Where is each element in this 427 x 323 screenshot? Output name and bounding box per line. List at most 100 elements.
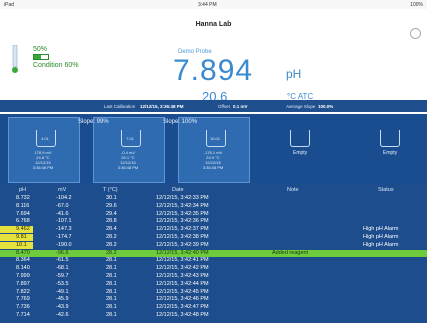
table-row[interactable]: 6.768 -107.1 28.8 12/12/15, 3:42:36 PM: [0, 218, 427, 225]
buffer-2-value: 7.01: [126, 136, 134, 141]
cell-mv: -59.7: [56, 273, 69, 279]
cell-mv: -53.5: [56, 280, 69, 287]
cell-ph: 6.768: [16, 218, 30, 225]
cell-ph: 9.462: [16, 226, 30, 233]
cell-temp: 28.1: [106, 257, 117, 264]
cell-ph: 7.769: [16, 296, 30, 303]
cell-status: High pH Alarm: [363, 226, 399, 233]
column-header-status[interactable]: Status: [378, 187, 394, 193]
cell-note: Added reagent: [272, 249, 309, 256]
cell-ph: 7.822: [16, 288, 30, 295]
cell-date: 12/12/15, 3:42:43 PM: [156, 273, 209, 279]
cell-mv: -147.3: [56, 226, 72, 233]
empty-slot-1: Empty: [293, 150, 308, 156]
table-row[interactable]: 9.81 -174.7 28.2 12/12/15, 3:42:38 PM High p…: [0, 234, 427, 241]
cell-ph: 9.81: [16, 234, 27, 240]
buffer-2-time: 3:36:48 PM: [117, 165, 139, 170]
cell-ph: 8.364: [16, 257, 30, 264]
table-row[interactable]: 7.736 -43.9 28.1 12/12/15, 3:42:47 PM: [0, 304, 427, 311]
cell-mv: -41.6: [56, 210, 69, 217]
probe-battery-fill: [34, 55, 41, 59]
calibration-panel: [0, 114, 427, 184]
column-header-mv[interactable]: mV: [58, 187, 66, 193]
cell-temp: 28.4: [106, 226, 117, 233]
cell-ph: 10.1: [16, 241, 27, 248]
table-row[interactable]: 8.364 -61.5 28.1 12/12/15, 3:42:41 PM: [0, 257, 427, 264]
buffer-3-value: 10.01: [209, 136, 220, 141]
cell-mv: -104.2: [56, 195, 72, 201]
cell-mv: -43.9: [56, 304, 69, 311]
cell-date: 12/12/15, 3:42:48 PM: [156, 312, 209, 318]
empty-beaker-icon[interactable]: [380, 130, 400, 147]
table-row[interactable]: 8.732 -104.2 30.1 12/12/15, 3:42:33 PM: [0, 195, 427, 202]
slope-2: Slope: 100%: [163, 119, 198, 125]
probe-battery-bar: [33, 54, 49, 60]
probe-icon: [12, 45, 18, 73]
cell-temp: 28.2: [106, 249, 117, 256]
cell-mv: -42.6: [56, 312, 69, 318]
empty-slot-2: Empty: [383, 150, 398, 156]
table-row[interactable]: 8.470 -96.6 28.2 12/12/15, 3:42:40 PM Added …: [0, 249, 427, 257]
cell-mv: -67.0: [56, 202, 69, 209]
cell-temp: 29.6: [106, 202, 117, 209]
cell-temp: 28.1: [106, 280, 117, 287]
table-row[interactable]: 8.140 -68.1 28.1 12/12/15, 3:42:42 PM: [0, 265, 427, 272]
measurement-panel: Hanna Lab 50% Condition 60% Demo Probe 7…: [0, 9, 427, 110]
cell-temp: 28.2: [106, 241, 117, 248]
cell-date: 12/12/15, 3:42:38 PM: [156, 234, 209, 240]
cell-status: High pH Alarm: [363, 234, 399, 240]
table-row[interactable]: 7.769 -45.9 28.1 12/12/15, 3:42:46 PM: [0, 296, 427, 303]
empty-beaker-icon[interactable]: [290, 130, 310, 147]
buffer-3-time: 3:36:48 PM: [202, 165, 224, 170]
cell-temp: 29.4: [106, 210, 117, 217]
cell-date: 12/12/15, 3:42:41 PM: [156, 257, 209, 264]
offset-label: Offset: [218, 104, 230, 109]
cell-temp: 28.8: [106, 218, 117, 225]
cell-status: High pH Alarm: [363, 241, 399, 248]
table-row[interactable]: 10.1 -190.0 28.2 12/12/15, 3:42:39 PM High p…: [0, 241, 427, 249]
cell-temp: 30.1: [106, 195, 117, 201]
table-row[interactable]: 7.999 -59.7 28.1 12/12/15, 3:42:43 PM: [0, 273, 427, 280]
cell-date: 12/12/15, 3:42:45 PM: [156, 288, 209, 295]
table-row[interactable]: 9.462 -147.3 28.4 12/12/15, 3:42:37 PM High …: [0, 226, 427, 234]
cell-mv: -174.7: [56, 234, 72, 240]
cell-mv: -45.9: [56, 296, 69, 303]
cell-date: 12/12/15, 3:42:37 PM: [156, 226, 209, 233]
cell-mv: -49.1: [56, 288, 69, 295]
cell-mv: -107.1: [56, 218, 72, 225]
column-header-temp[interactable]: T (°C): [103, 187, 118, 193]
table-row[interactable]: 7.714 -42.6 28.1 12/12/15, 3:42:48 PM: [0, 312, 427, 319]
cell-ph: 7.999: [16, 273, 30, 279]
cell-ph: 8.140: [16, 265, 30, 272]
cell-ph: 8.470: [16, 249, 30, 256]
ph-reading: 7.894: [173, 54, 254, 87]
probe-battery: 50%: [33, 46, 48, 53]
cell-date: 12/12/15, 3:42:36 PM: [156, 218, 209, 225]
table-row[interactable]: 7.694 -41.6 29.4 12/12/15, 3:42:35 PM: [0, 211, 427, 218]
cell-mv: -68.1: [56, 265, 69, 272]
app-title: Hanna Lab: [195, 21, 232, 28]
cell-temp: 28.1: [106, 288, 117, 295]
cell-temp: 28.1: [106, 273, 117, 279]
slope-1: Slope: 99%: [78, 119, 109, 125]
column-header-ph[interactable]: pH: [19, 187, 26, 193]
cell-ph: 8.116: [16, 202, 30, 209]
settings-gear-icon[interactable]: [410, 28, 421, 39]
cell-date: 12/12/15, 3:42:44 PM: [156, 280, 209, 287]
table-row[interactable]: 7.822 -49.1 28.1 12/12/15, 3:42:45 PM: [0, 289, 427, 296]
column-header-note[interactable]: Note: [287, 187, 299, 193]
offset-value: 0.1 mV: [233, 104, 248, 109]
device-label: iPad: [4, 2, 15, 8]
cell-date: 12/12/15, 3:42:42 PM: [156, 265, 209, 272]
data-log-table[interactable]: pH mV T (°C) Date Note Status 8.732 -104.…: [0, 184, 427, 323]
cell-mv: -190.0: [56, 241, 72, 248]
avg-slope-label: Average Slope: [286, 104, 316, 109]
cell-date: 12/12/15, 3:42:47 PM: [156, 304, 209, 311]
cell-temp: 28.1: [106, 265, 117, 272]
table-row[interactable]: 7.897 -53.5 28.1 12/12/15, 3:42:44 PM: [0, 281, 427, 288]
column-header-date[interactable]: Date: [172, 187, 184, 193]
battery-status: 100%: [410, 2, 423, 8]
cell-date: 12/12/15, 3:42:46 PM: [156, 296, 209, 303]
cell-date: 12/12/15, 3:42:35 PM: [156, 210, 209, 217]
table-row[interactable]: 8.116 -67.0 29.6 12/12/15, 3:42:34 PM: [0, 203, 427, 210]
